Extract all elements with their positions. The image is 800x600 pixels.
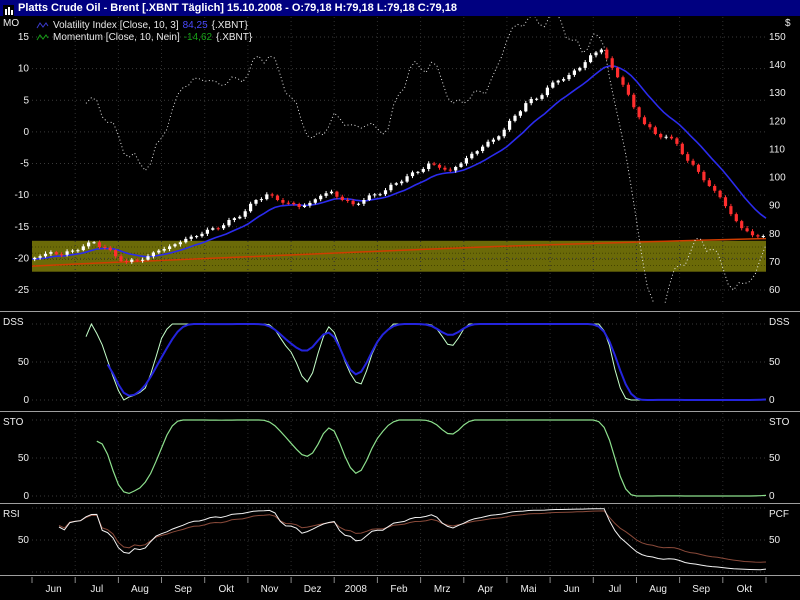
mo-tick: 5 <box>23 95 29 106</box>
price-tick: 140 <box>769 60 786 71</box>
timeline-month: Mai <box>520 584 536 595</box>
chart-window: MO$151050-5-10-15-20-2515014013012011010… <box>0 0 800 600</box>
panel-label-left: RSI <box>3 509 20 520</box>
timeline-month: Okt <box>219 584 235 595</box>
subpanel-sto: STO STO 50 50 0 0 <box>3 413 790 502</box>
price-tick: 90 <box>769 201 781 212</box>
window-titlebar[interactable]: Platts Crude Oil - Brent [.XBNT Täglich]… <box>0 0 800 16</box>
timeline-month: Aug <box>649 584 667 595</box>
legend-label: Volatility Index [Close, 10, 3] <box>53 20 179 31</box>
panel-label-left: DSS <box>3 317 24 328</box>
left-axis-unit: MO <box>3 18 19 29</box>
timeline-month: Sep <box>692 584 710 595</box>
window-icon <box>3 3 14 14</box>
mo-tick: -5 <box>20 159 29 170</box>
mo-tick: -10 <box>15 190 30 201</box>
timeline-month: Dez <box>304 584 322 595</box>
right-axis-unit: $ <box>785 18 791 29</box>
timeline-month: Jun <box>564 584 580 595</box>
line-icon <box>36 33 49 42</box>
momentum-line <box>86 11 766 322</box>
timeline-month: Jun <box>46 584 62 595</box>
sto-line <box>97 420 766 496</box>
volatility-line <box>32 66 766 259</box>
price-tick: 60 <box>769 285 781 296</box>
legend-value-1: -14,62 <box>184 32 212 43</box>
price-tick: 100 <box>769 173 786 184</box>
panel-label-right: PCF <box>769 509 789 520</box>
mo-tick: -15 <box>15 222 30 233</box>
timeline-month: Okt <box>737 584 753 595</box>
legend-value-0: 84,25 <box>183 20 208 31</box>
mo-tick: 15 <box>18 32 30 43</box>
price-tick: 130 <box>769 88 786 99</box>
candles-down <box>55 50 760 262</box>
price-tick: 120 <box>769 116 786 127</box>
timeline-month: Feb <box>390 584 408 595</box>
panel-tick: 50 <box>18 453 30 464</box>
panel-tick: 50 <box>769 535 781 546</box>
panel-label-right: STO <box>769 417 790 428</box>
panel-label-left: STO <box>3 417 24 428</box>
candles-up <box>33 50 765 262</box>
mo-tick: -25 <box>15 285 30 296</box>
mo-tick: 0 <box>23 127 29 138</box>
legend-momentum[interactable]: Momentum [Close, 10, Nein] -14,62 {.XBNT… <box>36 31 252 43</box>
price-tick: 80 <box>769 229 781 240</box>
panel-tick: 0 <box>769 395 775 406</box>
panel-label-right: DSS <box>769 317 790 328</box>
window-title: Platts Crude Oil - Brent [.XBNT Täglich]… <box>18 2 457 14</box>
rsi-fast-line <box>59 509 766 570</box>
timeline-month: Mrz <box>434 584 451 595</box>
mo-tick: 10 <box>18 64 30 75</box>
timeline-month: Aug <box>131 584 149 595</box>
panel-tick: 50 <box>18 357 30 368</box>
legend-volatility[interactable]: Volatility Index [Close, 10, 3] 84,25 {.… <box>36 19 252 31</box>
panel-tick: 0 <box>23 395 29 406</box>
panel-tick: 50 <box>18 535 30 546</box>
price-tick: 70 <box>769 257 781 268</box>
timeline-month: Nov <box>261 584 279 595</box>
panel-tick: 0 <box>769 491 775 502</box>
panel-tick: 50 <box>769 453 781 464</box>
price-tick: 150 <box>769 32 786 43</box>
legend-suffix: {.XBNT} <box>216 32 252 43</box>
timeline-month: Jul <box>609 584 622 595</box>
price-tick: 110 <box>769 144 785 155</box>
timeline-month: Apr <box>478 584 494 595</box>
timeline-month: 2008 <box>345 584 368 595</box>
indicator-legend: Volatility Index [Close, 10, 3] 84,25 {.… <box>36 19 252 43</box>
timeline-month: Jul <box>90 584 103 595</box>
main-panel: MO $15 10 5 0 -5 -10 -15 -20 -25 150 140 130 120 110 10… <box>3 11 791 322</box>
timeline: Jun Jul Aug Sep Okt Nov Dez 2008 Feb Mrz Apr Mai Jun… <box>32 577 766 595</box>
timeline-month: Sep <box>174 584 192 595</box>
subpanel-rsi: RSI PCF 50 50 <box>3 505 789 573</box>
chart-area[interactable]: MO$151050-5-10-15-20-2515014013012011010… <box>0 0 800 600</box>
legend-label: Momentum [Close, 10, Nein] <box>53 32 180 43</box>
panel-tick: 0 <box>23 491 29 502</box>
mo-tick: -20 <box>15 253 30 264</box>
subpanel-dss: DSS DSS 50 50 0 0 <box>3 313 790 409</box>
panel-tick: 50 <box>769 357 781 368</box>
line-icon <box>36 21 49 30</box>
legend-suffix: {.XBNT} <box>212 20 248 31</box>
